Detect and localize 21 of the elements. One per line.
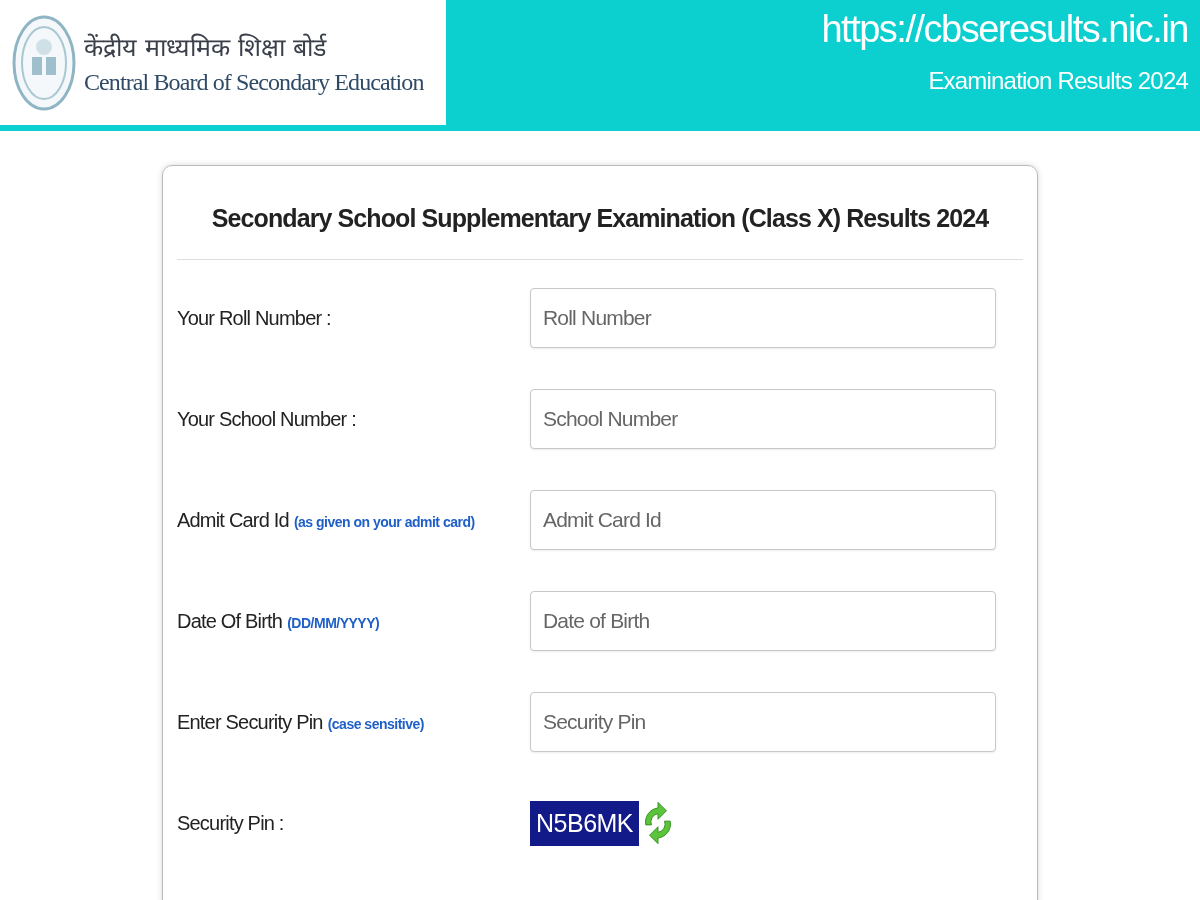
- field-label: Date Of Birth: [177, 609, 283, 633]
- site-url: https://cbseresults.nic.in: [821, 8, 1188, 51]
- input-field[interactable]: Date of Birth: [530, 591, 996, 651]
- captcha-image: N5B6MK: [530, 800, 640, 846]
- input-field[interactable]: Security Pin: [530, 692, 996, 752]
- field-label: Your Roll Number :: [177, 306, 331, 330]
- field-label: Admit Card Id: [177, 508, 289, 532]
- field-label: Security Pin :: [177, 811, 284, 835]
- refresh-icon[interactable]: [643, 801, 674, 845]
- form-title: Secondary School Supplementary Examination (Class X) Results 2024: [210, 203, 990, 234]
- field-hint: (DD/MM/YYYY): [287, 614, 380, 631]
- logo-english-text: Central Board of Secondary Education: [84, 69, 424, 96]
- input-field[interactable]: Roll Number: [530, 288, 996, 348]
- header-subtitle: Examination Results 2024: [928, 67, 1188, 95]
- input-field[interactable]: Admit Card Id: [530, 490, 996, 550]
- field-label: Enter Security Pin: [177, 710, 323, 734]
- field-hint: (as given on your admit card): [293, 513, 475, 530]
- field-label: Your School Number :: [177, 407, 356, 431]
- logo-hindi-text: केंद्रीय माध्यमिक शिक्षा बोर्ड: [84, 32, 328, 63]
- field-hint: (case sensitive): [327, 715, 424, 732]
- input-field[interactable]: School Number: [530, 389, 996, 449]
